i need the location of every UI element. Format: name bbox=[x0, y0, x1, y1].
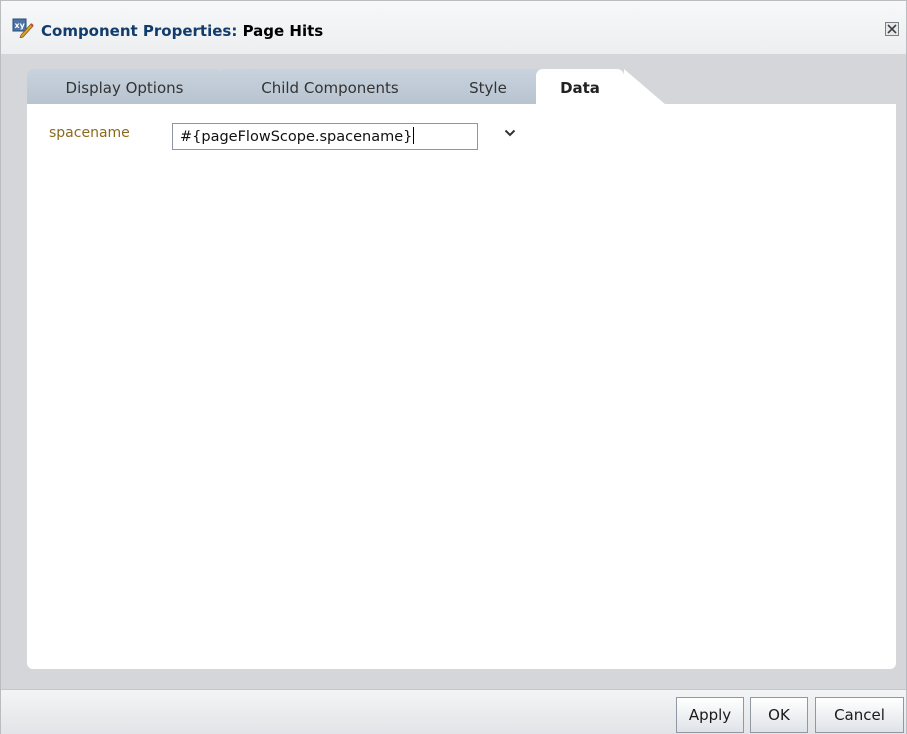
dialog-titlebar: xy Component Properties: Page Hits bbox=[1, 1, 906, 54]
spacename-label: spacename bbox=[49, 125, 130, 141]
tab-label: Style bbox=[469, 79, 507, 97]
cancel-button[interactable]: Cancel bbox=[815, 697, 904, 733]
xy-edit-icon: xy bbox=[12, 18, 34, 39]
tab-data[interactable]: Data bbox=[536, 69, 666, 105]
tab-label: Data bbox=[560, 79, 600, 97]
dialog-title-prefix: Component Properties: bbox=[41, 22, 238, 40]
tab-style[interactable]: Style bbox=[433, 69, 543, 105]
dialog-title: Component Properties: Page Hits bbox=[41, 22, 323, 40]
close-icon[interactable] bbox=[885, 22, 899, 36]
tab-label: Child Components bbox=[261, 79, 399, 97]
spacename-value: #{pageFlowScope.spacename} bbox=[180, 129, 413, 145]
tab-display-options[interactable]: Display Options bbox=[27, 69, 222, 105]
apply-button[interactable]: Apply bbox=[676, 697, 744, 733]
data-tab-panel bbox=[27, 104, 896, 669]
component-properties-dialog: xy Component Properties: Page Hits Displ… bbox=[0, 0, 907, 734]
svg-text:xy: xy bbox=[15, 21, 26, 30]
tab-label: Display Options bbox=[65, 79, 184, 97]
ok-button[interactable]: OK bbox=[750, 697, 808, 733]
dialog-title-name: Page Hits bbox=[242, 22, 324, 40]
chevron-down-icon[interactable] bbox=[502, 125, 518, 141]
spacename-input[interactable]: #{pageFlowScope.spacename} bbox=[172, 123, 478, 150]
tab-child-components[interactable]: Child Components bbox=[219, 69, 441, 105]
text-caret bbox=[413, 127, 415, 144]
